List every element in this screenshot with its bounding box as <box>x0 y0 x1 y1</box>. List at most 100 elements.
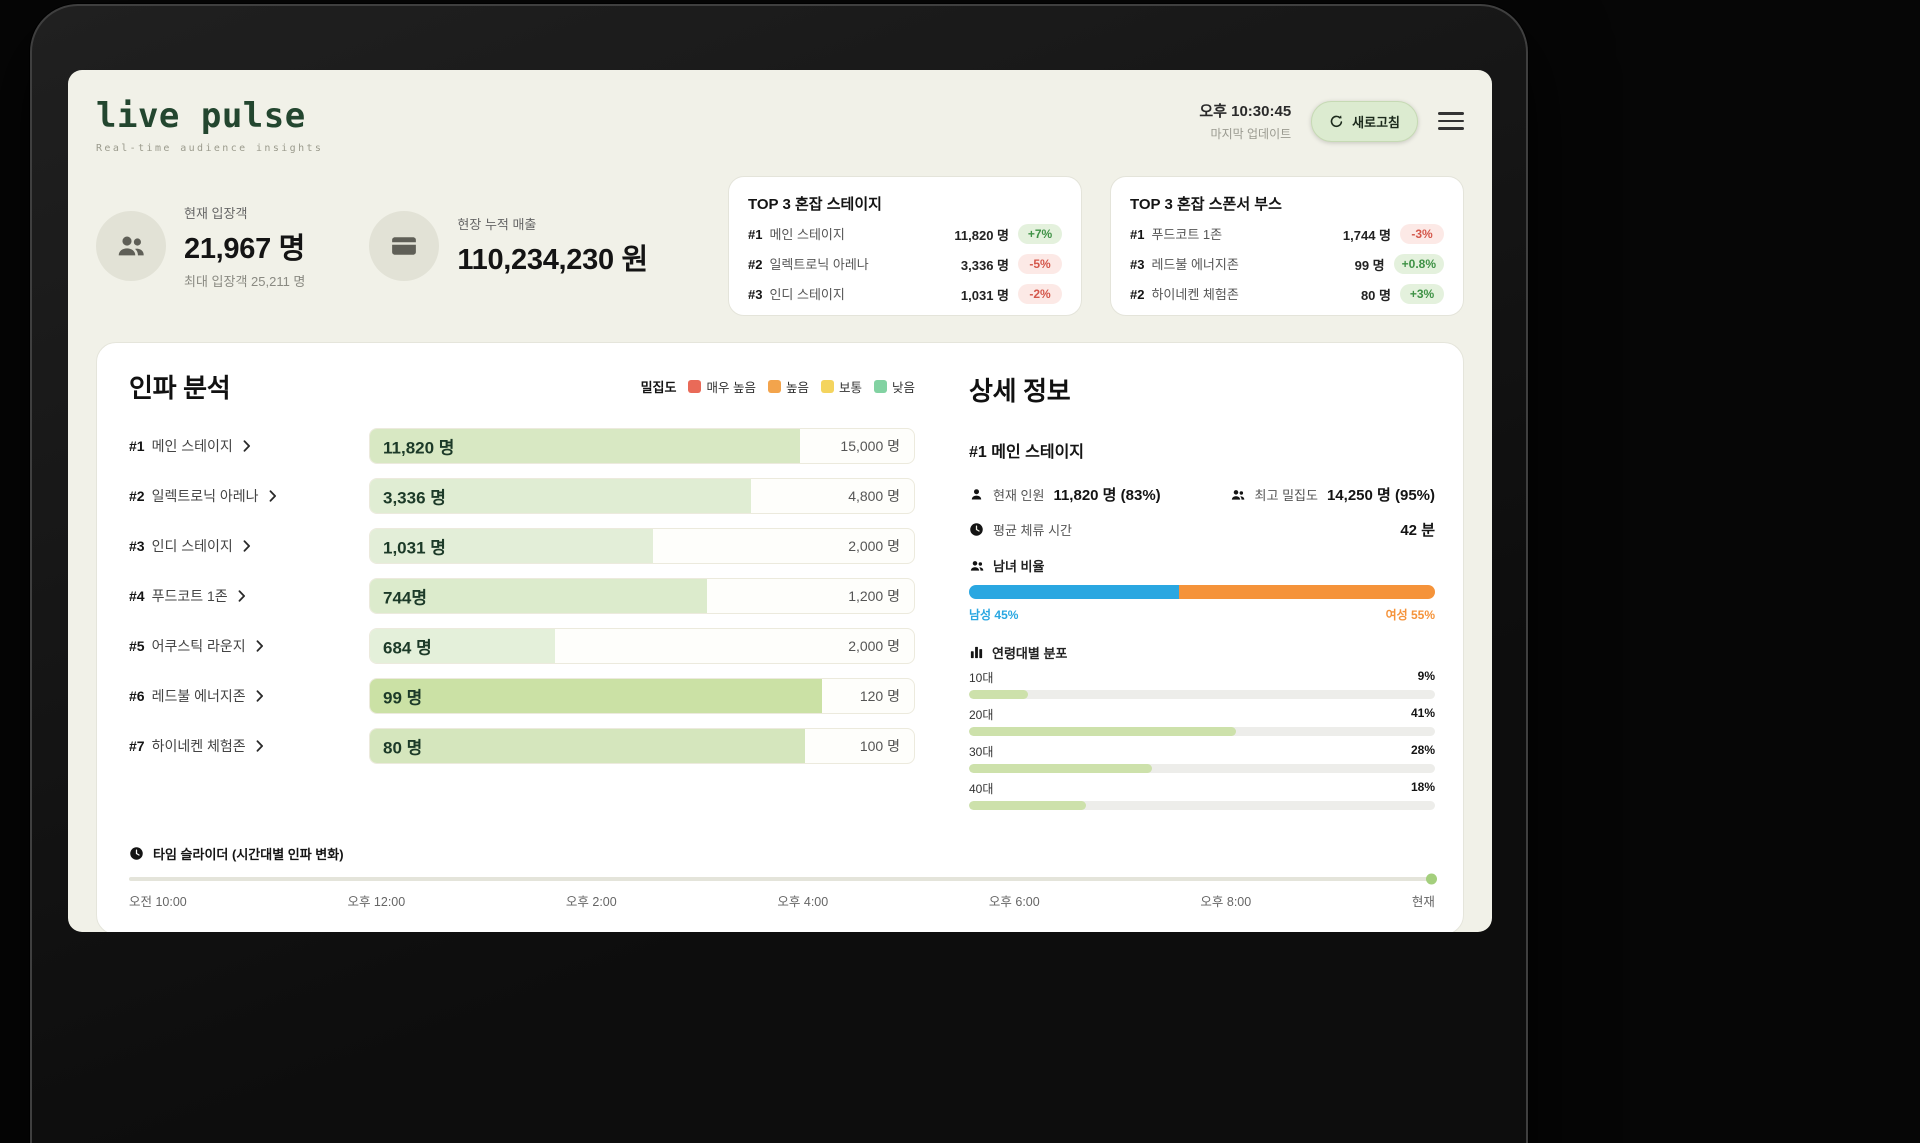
crowd-row-indie-stage[interactable]: #3인디 스테이지 1,031 명2,000 명 <box>129 521 915 571</box>
legend-item: 매우 높음 <box>688 377 755 396</box>
detail-panel: 상세 정보 #1 메인 스테이지 현재 인원 11,820 명 (83%) 최고… <box>969 371 1435 810</box>
male-segment <box>969 585 1179 599</box>
detail-title: 상세 정보 <box>969 371 1435 408</box>
tick-label: 오후 6:00 <box>989 891 1040 910</box>
avg-stay-value: 42 분 <box>1400 519 1435 540</box>
chevron-right-icon <box>243 540 251 552</box>
age-bar-fill <box>969 727 1236 736</box>
refresh-label: 새로고침 <box>1352 112 1400 131</box>
chevron-right-icon <box>256 640 264 652</box>
chevron-right-icon <box>256 690 264 702</box>
tick-label: 오후 8:00 <box>1200 891 1251 910</box>
top-stage-row: #3인디 스테이지 1,031 명-2% <box>748 284 1062 304</box>
chevron-right-icon <box>243 440 251 452</box>
people-icon <box>1230 487 1246 503</box>
crowd-title: 인파 분석 <box>129 368 230 405</box>
people-icon <box>96 211 166 281</box>
booth-name: 레드불 에너지존 <box>1151 257 1238 272</box>
age-row-20s: 20대41% <box>969 706 1435 736</box>
stage-count: 3,336 명 <box>961 255 1009 274</box>
age-row-40s: 40대18% <box>969 780 1435 810</box>
visitors-label: 현재 입장객 <box>184 203 305 222</box>
last-update-label: 마지막 업데이트 <box>1199 125 1291 142</box>
bar-chart-icon <box>969 645 984 660</box>
top-stages-card: TOP 3 혼잡 스테이지 #1메인 스테이지 11,820 명+7% #2일렉… <box>728 176 1082 316</box>
visitors-text: 현재 입장객 21,967 명 최대 입장객 25,211 명 <box>184 203 305 290</box>
age-row-30s: 30대28% <box>969 743 1435 773</box>
gender-ratio-bar <box>969 585 1435 599</box>
crowd-row-redbull-zone[interactable]: #6레드불 에너지존 99 명120 명 <box>129 671 915 721</box>
age-bar-fill <box>969 764 1152 773</box>
top-stages-title: TOP 3 혼잡 스테이지 <box>748 193 1062 214</box>
peak-density: 최고 밀집도 14,250 명 (95%) <box>1230 484 1435 505</box>
time-slider-track[interactable] <box>129 877 1435 881</box>
occupancy-bar: 11,820 명15,000 명 <box>369 428 915 464</box>
tick-label: 오전 10:00 <box>129 891 187 910</box>
avg-stay: 평균 체류 시간 <box>969 520 1072 539</box>
refresh-button[interactable]: 새로고침 <box>1311 101 1418 142</box>
time-slider-section: 타임 슬라이더 (시간대별 인파 변화) 오전 10:00 오후 12:00 오… <box>129 844 1435 910</box>
person-icon <box>969 487 984 502</box>
top-cards: TOP 3 혼잡 스테이지 #1메인 스테이지 11,820 명+7% #2일렉… <box>728 176 1464 316</box>
age-row-10s: 10대9% <box>969 669 1435 699</box>
trend-badge: +0.8% <box>1394 254 1444 274</box>
trend-badge: +3% <box>1400 284 1444 304</box>
crowd-row-electronic-arena[interactable]: #2일렉트로닉 아레나 3,336 명4,800 명 <box>129 471 915 521</box>
header: live pulse Real-time audience insights 오… <box>96 88 1464 154</box>
detail-stage-name: #1 메인 스테이지 <box>969 438 1435 462</box>
revenue-text: 현장 누적 매출 110,234,230 원 <box>457 214 648 278</box>
gender-ratio-label: 남녀 비율 <box>969 556 1435 575</box>
top-booths-card: TOP 3 혼잡 스폰서 부스 #1푸드코트 1존 1,744 명-3% #3레… <box>1110 176 1464 316</box>
rank: #3 <box>748 287 762 302</box>
male-label: 남성 45% <box>969 606 1018 623</box>
crowd-row-main-stage[interactable]: #1메인 스테이지 11,820 명15,000 명 <box>129 421 915 471</box>
trend-badge: +7% <box>1018 224 1062 244</box>
trend-badge: -3% <box>1400 224 1444 244</box>
clock-block: 오후 10:30:45 마지막 업데이트 <box>1199 100 1291 142</box>
dashboard-screen: live pulse Real-time audience insights 오… <box>68 70 1492 932</box>
occupancy-bar: 684 명2,000 명 <box>369 628 915 664</box>
visitors-max: 최대 입장객 25,211 명 <box>184 271 305 290</box>
crowd-analysis-panel: 인파 분석 밀집도 매우 높음 높음 보통 낮음 #1메인 스테이지 11,82… <box>129 371 915 810</box>
crowd-row-foodcourt[interactable]: #4푸드코트 1존 744명1,200 명 <box>129 571 915 621</box>
header-right: 오후 10:30:45 마지막 업데이트 새로고침 <box>1199 100 1464 142</box>
crowd-rows: #1메인 스테이지 11,820 명15,000 명 #2일렉트로닉 아레나 3… <box>129 421 915 771</box>
age-distribution-label: 연령대별 분포 <box>969 643 1435 662</box>
stage-name: 일렉트로닉 아레나 <box>769 257 868 272</box>
tick-label: 오후 2:00 <box>566 891 617 910</box>
top-booth-row: #1푸드코트 1존 1,744 명-3% <box>1130 224 1444 244</box>
stage-count: 1,031 명 <box>961 285 1009 304</box>
occupancy-fill <box>370 679 822 713</box>
revenue-value: 110,234,230 원 <box>457 236 648 278</box>
chevron-right-icon <box>238 590 246 602</box>
tick-label: 오후 12:00 <box>347 891 405 910</box>
top-stage-row: #2일렉트로닉 아레나 3,336 명-5% <box>748 254 1062 274</box>
booth-name: 하이네켄 체험존 <box>1151 287 1238 302</box>
crowd-row-heineken-zone[interactable]: #7하이네켄 체험존 80 명100 명 <box>129 721 915 771</box>
crowd-row-acoustic-lounge[interactable]: #5어쿠스틱 라운지 684 명2,000 명 <box>129 621 915 671</box>
refresh-icon <box>1329 114 1344 129</box>
legend-item: 높음 <box>768 377 809 396</box>
app-tagline: Real-time audience insights <box>96 143 323 154</box>
occupancy-bar: 744명1,200 명 <box>369 578 915 614</box>
tick-label: 오후 4:00 <box>777 891 828 910</box>
female-segment <box>1179 585 1435 599</box>
occupancy-fill <box>370 729 805 763</box>
revenue-stat: 현장 누적 매출 110,234,230 원 <box>369 211 648 281</box>
legend-swatch <box>874 380 887 393</box>
booth-count: 80 명 <box>1361 285 1391 304</box>
age-bar-fill <box>969 690 1028 699</box>
legend-swatch <box>768 380 781 393</box>
density-legend: 밀집도 매우 높음 높음 보통 낮음 <box>641 377 915 396</box>
top-stage-row: #1메인 스테이지 11,820 명+7% <box>748 224 1062 244</box>
legend-item: 보통 <box>821 377 862 396</box>
top-booth-row: #2하이네켄 체험존 80 명+3% <box>1130 284 1444 304</box>
legend-label: 밀집도 <box>641 377 677 396</box>
menu-icon[interactable] <box>1438 108 1464 134</box>
time-slider-handle[interactable] <box>1426 874 1437 885</box>
visitors-stat: 현재 입장객 21,967 명 최대 입장객 25,211 명 <box>96 203 305 290</box>
trend-badge: -2% <box>1018 284 1062 304</box>
legend-item: 낮음 <box>874 377 915 396</box>
top-booths-title: TOP 3 혼잡 스폰서 부스 <box>1130 193 1444 214</box>
stats-row: 현재 입장객 21,967 명 최대 입장객 25,211 명 현장 누적 매출… <box>96 176 1464 316</box>
